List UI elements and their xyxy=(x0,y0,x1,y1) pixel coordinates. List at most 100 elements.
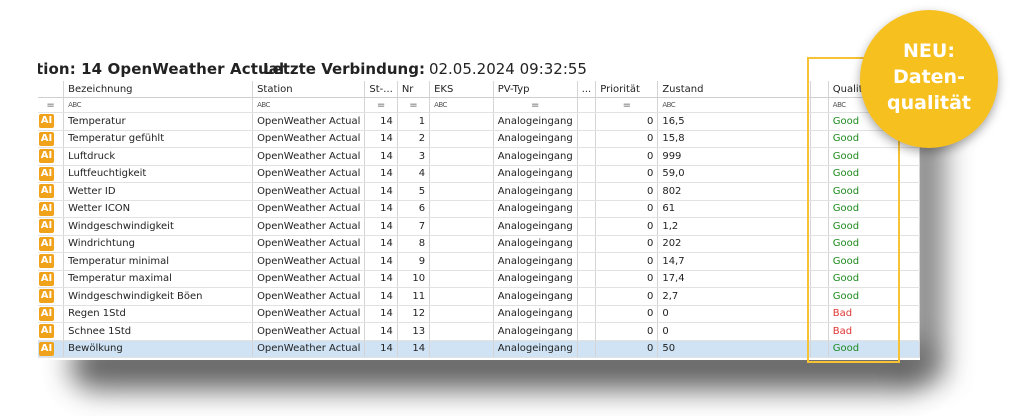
new-feature-badge: NEU: Daten- qualität xyxy=(860,10,998,148)
filter-empty[interactable] xyxy=(577,97,597,113)
bezeichnung-cell: Schnee 1Std xyxy=(63,322,254,341)
filter-equals-icon[interactable]: = xyxy=(493,97,578,113)
bezeichnung-cell: Temperatur gefühlt xyxy=(63,130,254,148)
table-row[interactable]: AI Windgeschwindigkeit OpenWeather Actua… xyxy=(38,217,920,236)
col-header-eks[interactable]: EKS xyxy=(429,81,494,98)
st-cell: 14 xyxy=(364,287,398,306)
analog-input-icon: AI xyxy=(39,219,54,234)
table-row[interactable]: AI Bewölkung OpenWeather Actual 14 14 An… xyxy=(38,340,920,358)
filter-text-icon[interactable]: ABC xyxy=(429,97,494,113)
analog-input-icon: AI xyxy=(39,254,54,269)
datapoint-table: Bezeichnung Station St-... Nr EKS PV-Typ… xyxy=(38,81,920,358)
eks-cell xyxy=(429,287,494,306)
nr-cell: 13 xyxy=(397,322,431,341)
prioritaet-cell: 0 xyxy=(595,270,659,288)
filter-equals-icon[interactable]: = xyxy=(397,97,431,113)
collapsed-cell xyxy=(577,130,597,148)
station-title: tion: 14 OpenWeather Actual xyxy=(38,60,285,78)
pv-typ-cell: Analogeingang xyxy=(493,340,578,358)
filter-text-icon[interactable]: ABC xyxy=(657,97,812,113)
zustand-cell: 14,7 xyxy=(657,252,812,271)
table-row[interactable]: AI Windgeschwindigkeit Böen OpenWeather … xyxy=(38,287,920,306)
col-header-station[interactable]: Station xyxy=(252,81,366,98)
col-header-bezeichnung[interactable]: Bezeichnung xyxy=(63,81,254,98)
last-connection: Letzte Verbindung: 02.05.2024 09:32:55 xyxy=(263,60,587,78)
prioritaet-cell: 0 xyxy=(595,182,659,201)
station-cell: OpenWeather Actual xyxy=(252,235,366,253)
zustand-cell: 2,7 xyxy=(657,287,812,306)
table-row[interactable]: AI Luftdruck OpenWeather Actual 14 3 Ana… xyxy=(38,147,920,166)
table-row[interactable]: AI Wetter ID OpenWeather Actual 14 5 Ana… xyxy=(38,182,920,201)
filter-text-icon[interactable]: ABC xyxy=(252,97,366,113)
table-row[interactable]: AI Schnee 1Std OpenWeather Actual 14 13 … xyxy=(38,322,920,341)
collapsed-cell xyxy=(577,270,597,288)
prioritaet-cell: 0 xyxy=(595,112,659,131)
bezeichnung-cell: Windgeschwindigkeit xyxy=(63,217,254,236)
collapsed-cell xyxy=(577,235,597,253)
nr-cell: 1 xyxy=(397,112,431,131)
bezeichnung-cell: Wetter ICON xyxy=(63,200,254,218)
bezeichnung-cell: Bewölkung xyxy=(63,340,254,358)
filter-equals-icon[interactable]: = xyxy=(38,97,65,113)
col-header-st[interactable]: St-... xyxy=(364,81,398,98)
type-cell: AI xyxy=(38,322,65,341)
nr-cell: 7 xyxy=(397,217,431,236)
analog-input-icon: AI xyxy=(39,184,54,199)
analog-input-icon: AI xyxy=(39,236,54,251)
eks-cell xyxy=(429,112,494,131)
st-cell: 14 xyxy=(364,112,398,131)
table-row[interactable]: AI Regen 1Std OpenWeather Actual 14 12 A… xyxy=(38,305,920,323)
nr-cell: 11 xyxy=(397,287,431,306)
zustand-cell: 50 xyxy=(657,340,812,358)
nr-cell: 12 xyxy=(397,305,431,323)
table-row[interactable]: AI Temperatur gefühlt OpenWeather Actual… xyxy=(38,130,920,148)
table-row[interactable]: AI Windrichtung OpenWeather Actual 14 8 … xyxy=(38,235,920,253)
filter-equals-icon[interactable]: = xyxy=(364,97,398,113)
last-connection-label: Letzte Verbindung: xyxy=(263,60,425,78)
prioritaet-cell: 0 xyxy=(595,252,659,271)
pv-typ-cell: Analogeingang xyxy=(493,200,578,218)
nr-cell: 14 xyxy=(397,340,431,358)
st-cell: 14 xyxy=(364,270,398,288)
col-header-prioritaet[interactable]: Priorität xyxy=(595,81,659,98)
nr-cell: 10 xyxy=(397,270,431,288)
station-cell: OpenWeather Actual xyxy=(252,165,366,183)
eks-cell xyxy=(429,130,494,148)
pv-typ-cell: Analogeingang xyxy=(493,130,578,148)
table-row[interactable]: AI Wetter ICON OpenWeather Actual 14 6 A… xyxy=(38,200,920,218)
eks-cell xyxy=(429,322,494,341)
pv-typ-cell: Analogeingang xyxy=(493,235,578,253)
table-row[interactable]: AI Luftfeuchtigkeit OpenWeather Actual 1… xyxy=(38,165,920,183)
station-header: tion: 14 OpenWeather Actual Letzte Verbi… xyxy=(38,60,920,82)
type-cell: AI xyxy=(38,340,65,358)
bezeichnung-cell: Regen 1Std xyxy=(63,305,254,323)
col-header-zustand[interactable]: Zustand xyxy=(657,81,812,98)
type-cell: AI xyxy=(38,165,65,183)
table-row[interactable]: AI Temperatur maximal OpenWeather Actual… xyxy=(38,270,920,288)
eks-cell xyxy=(429,305,494,323)
eks-cell xyxy=(429,270,494,288)
collapsed-cell xyxy=(577,147,597,166)
filter-row: = ABC ABC = = ABC = = ABC ABC xyxy=(38,97,920,113)
zustand-cell: 61 xyxy=(657,200,812,218)
nr-cell: 6 xyxy=(397,200,431,218)
col-header-pv-typ[interactable]: PV-Typ xyxy=(493,81,578,98)
col-header-nr[interactable]: Nr xyxy=(397,81,431,98)
collapsed-cell xyxy=(577,340,597,358)
col-header-type[interactable] xyxy=(38,81,65,98)
bezeichnung-cell: Temperatur minimal xyxy=(63,252,254,271)
eks-cell xyxy=(429,200,494,218)
col-header-collapsed[interactable]: ... xyxy=(577,81,597,98)
eks-cell xyxy=(429,252,494,271)
station-cell: OpenWeather Actual xyxy=(252,305,366,323)
prioritaet-cell: 0 xyxy=(595,322,659,341)
table-row[interactable]: AI Temperatur OpenWeather Actual 14 1 An… xyxy=(38,112,920,131)
filter-text-icon[interactable]: ABC xyxy=(63,97,254,113)
collapsed-cell xyxy=(577,252,597,271)
station-cell: OpenWeather Actual xyxy=(252,340,366,358)
filter-equals-icon[interactable]: = xyxy=(595,97,659,113)
table-row[interactable]: AI Temperatur minimal OpenWeather Actual… xyxy=(38,252,920,271)
zustand-cell: 802 xyxy=(657,182,812,201)
collapsed-cell xyxy=(577,305,597,323)
zustand-cell: 1,2 xyxy=(657,217,812,236)
